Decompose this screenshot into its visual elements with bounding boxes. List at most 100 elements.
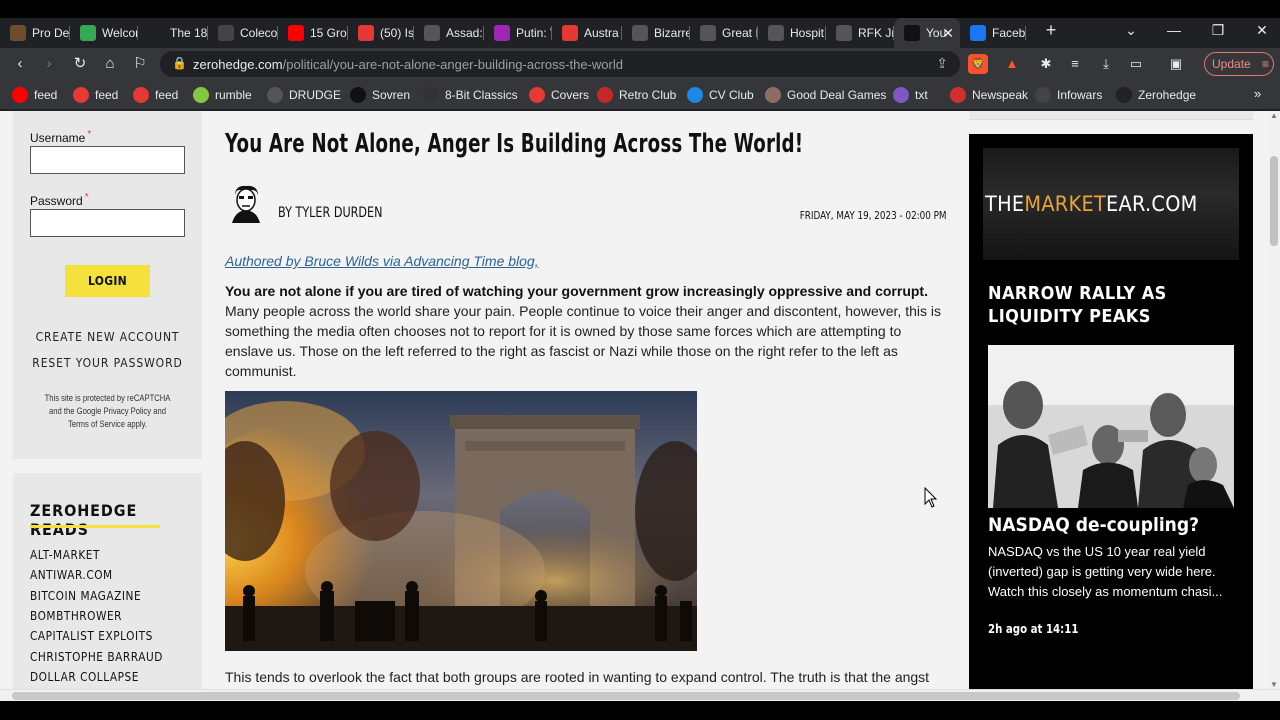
browser-tab[interactable]: Assad:	[414, 18, 484, 48]
tab-label: Facebo	[992, 26, 1026, 40]
tab-label: (50) Isr	[380, 26, 414, 40]
lead-bold: You are not alone if you are tired of wa…	[225, 283, 928, 299]
bookmark-favicon-icon	[893, 87, 909, 103]
bookmark-item[interactable]: feed	[12, 87, 57, 103]
address-bar[interactable]: 🔒 zerohedge.com/political/you-are-not-al…	[160, 51, 960, 77]
bookmark-item[interactable]: feed	[133, 87, 178, 103]
browser-tab[interactable]: Welcor	[70, 18, 138, 48]
scroll-up-icon[interactable]: ▲	[1270, 111, 1278, 120]
reading-list-icon[interactable]: ≡	[1065, 54, 1085, 74]
bookmark-label: Retro Club	[619, 88, 677, 102]
bookmark-item[interactable]: Covers	[529, 87, 589, 103]
hscroll-thumb[interactable]	[12, 692, 1240, 700]
browser-tab[interactable]: Facebo	[960, 18, 1026, 48]
download-icon[interactable]: ⤓	[1096, 54, 1116, 74]
horizontal-scrollbar[interactable]	[0, 689, 1280, 701]
author-byline[interactable]: BY TYLER DURDEN	[278, 205, 383, 221]
article-photo[interactable]	[225, 391, 697, 651]
bookmark-favicon-icon	[687, 87, 703, 103]
tab-label: Pro De	[32, 26, 70, 40]
browser-tab[interactable]: Austra	[552, 18, 622, 48]
wallet-icon[interactable]: ▣	[1166, 54, 1186, 74]
url-text[interactable]: zerohedge.com/political/you-are-not-alon…	[193, 57, 623, 72]
tab-label: Bizarre	[654, 26, 690, 40]
bookmark-favicon-icon	[1035, 87, 1051, 103]
bookmark-item[interactable]: feed	[73, 87, 118, 103]
tab-search-icon[interactable]: ⌄	[1121, 22, 1141, 39]
bookmark-icon[interactable]: ⚐	[130, 54, 150, 74]
source-link[interactable]: Authored by Bruce Wilds via Advancing Ti…	[225, 253, 539, 269]
browser-tab[interactable]: Pro De	[0, 18, 70, 48]
home-icon[interactable]: ⌂	[100, 54, 120, 74]
bookmark-item[interactable]: 8-Bit Classics	[423, 87, 518, 103]
scroll-thumb[interactable]	[1270, 156, 1278, 246]
login-panel: Username * Password * LOGIN CREATE NEW ACC…	[13, 111, 202, 459]
tab-favicon-icon	[970, 25, 986, 41]
new-tab-button[interactable]: +	[1041, 20, 1061, 41]
forward-icon[interactable]: ›	[39, 54, 59, 74]
marketear-logo[interactable]: THEMARKETEAR.COM	[985, 192, 1198, 216]
browser-tab[interactable]: RFK Jr.	[826, 18, 894, 48]
close-window-icon[interactable]: ✕	[1252, 22, 1272, 39]
reads-link[interactable]: BOMBTHROWER	[30, 609, 122, 623]
back-icon[interactable]: ‹	[10, 54, 30, 74]
password-input[interactable]	[30, 209, 185, 237]
share-icon[interactable]: ⇪	[936, 55, 948, 72]
browser-tab[interactable]: Hospit	[758, 18, 826, 48]
ad-headline-1[interactable]: NARROW RALLY AS LIQUIDITY PEAKS	[988, 282, 1238, 328]
close-tab-icon[interactable]: ✕	[942, 25, 954, 42]
reads-link[interactable]: CAPITALIST EXPLOITS	[30, 629, 153, 643]
reads-link[interactable]: DOLLAR COLLAPSE	[30, 670, 139, 684]
sidebar-top-strip	[969, 111, 1253, 120]
bookmark-item[interactable]: Sovren	[350, 87, 410, 103]
reads-link[interactable]: ALT-MARKET	[30, 548, 100, 562]
bookmark-item[interactable]: CV Club	[687, 87, 754, 103]
bookmark-label: Covers	[551, 88, 590, 102]
bookmark-item[interactable]: Zerohedge	[1116, 87, 1196, 103]
more-bookmarks-icon[interactable]: »	[1254, 86, 1261, 101]
browser-tab[interactable]: Coleco	[208, 18, 278, 48]
brave-shields-icon[interactable]: 🦁	[968, 54, 988, 74]
bookmark-label: Sovren	[372, 88, 411, 102]
bookmark-label: DRUDGE	[289, 88, 342, 102]
reset-password-link[interactable]: RESET YOUR PASSWORD	[22, 356, 192, 370]
vertical-scrollbar[interactable]: ▲ ▼	[1268, 111, 1280, 689]
minimize-icon[interactable]: —	[1164, 22, 1184, 38]
restore-icon[interactable]: ❐	[1208, 22, 1228, 39]
browser-tab[interactable]: The 18	[138, 18, 208, 48]
login-button[interactable]: LOGIN	[65, 265, 150, 297]
update-button[interactable]: Update ≡	[1204, 52, 1274, 76]
ad-headline-2[interactable]: NASDAQ de-coupling?	[988, 514, 1199, 536]
browser-tab[interactable]: Putin: V	[484, 18, 552, 48]
bookmark-item[interactable]: txt	[893, 87, 928, 103]
bookmark-item[interactable]: Infowars	[1035, 87, 1102, 103]
bookmark-item[interactable]: Good Deal Games	[765, 87, 886, 103]
brave-rewards-icon[interactable]: ▲	[1002, 54, 1022, 74]
sidebar-icon[interactable]: ▭	[1126, 54, 1146, 74]
browser-tab[interactable]: Great I	[690, 18, 758, 48]
create-account-link[interactable]: CREATE NEW ACCOUNT	[22, 330, 192, 344]
browser-tab[interactable]: 15 Gro	[278, 18, 348, 48]
lead-text: Many people across the world share your …	[225, 303, 941, 379]
tab-favicon-icon	[632, 25, 648, 41]
browser-tab[interactable]: Bizarre	[622, 18, 690, 48]
browser-tab[interactable]: You ✕	[894, 18, 960, 48]
reload-icon[interactable]: ↻	[70, 54, 90, 74]
bookmark-item[interactable]: Newspeak	[950, 87, 1028, 103]
extensions-icon[interactable]: ✱	[1036, 54, 1056, 74]
bookmark-favicon-icon	[133, 87, 149, 103]
ad-timestamp: 2h ago at 14:11	[988, 622, 1079, 636]
tab-favicon-icon	[700, 25, 716, 41]
ad-trader-photo[interactable]	[988, 345, 1234, 508]
marketear-ad[interactable]: THEMARKETEAR.COM NARROW RALLY AS LIQUIDI…	[969, 134, 1253, 689]
tab-favicon-icon	[904, 25, 920, 41]
reads-link[interactable]: BITCOIN MAGAZINE	[30, 589, 141, 603]
scroll-down-icon[interactable]: ▼	[1270, 680, 1278, 689]
bookmark-item[interactable]: DRUDGE	[267, 87, 341, 103]
username-input[interactable]	[30, 146, 185, 174]
reads-link[interactable]: ANTIWAR.COM	[30, 568, 113, 582]
reads-link[interactable]: CHRISTOPHE BARRAUD	[30, 650, 163, 664]
bookmark-item[interactable]: rumble	[193, 87, 252, 103]
browser-tab[interactable]: (50) Isr	[348, 18, 414, 48]
bookmark-item[interactable]: Retro Club	[597, 87, 676, 103]
